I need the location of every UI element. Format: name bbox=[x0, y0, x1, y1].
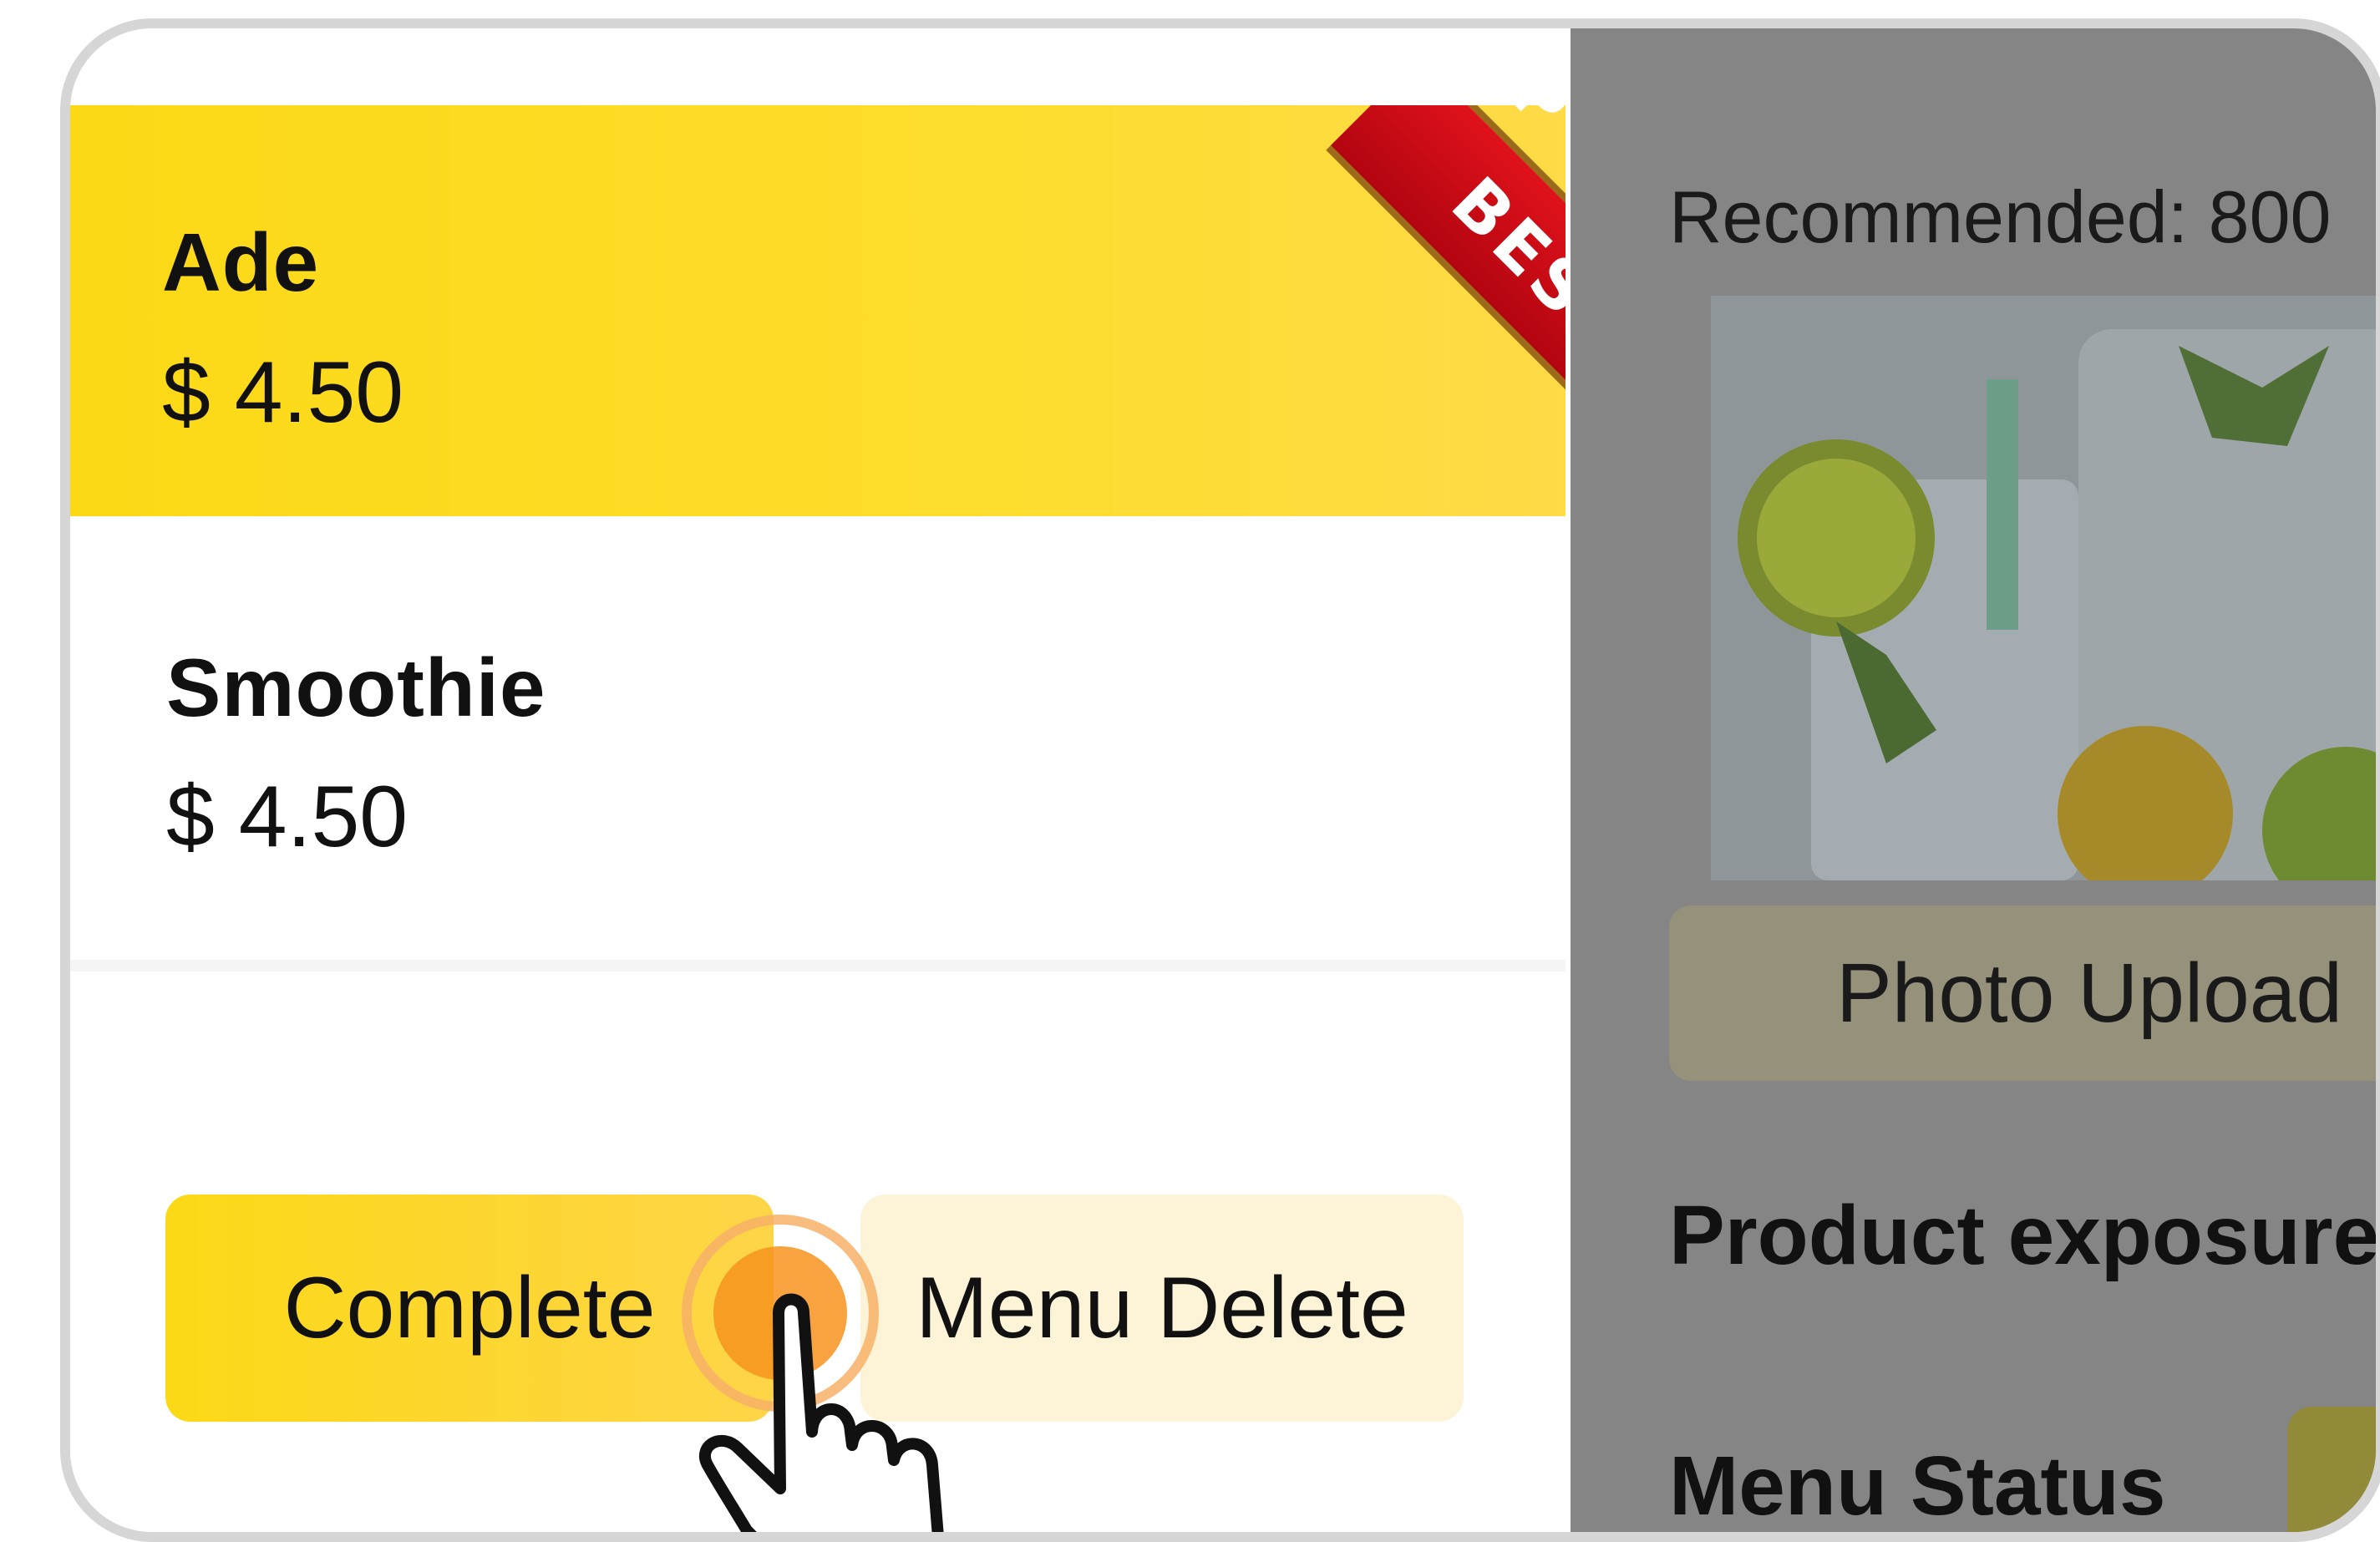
menu-status-toggle[interactable] bbox=[2287, 1407, 2376, 1532]
lemonade-glass-image bbox=[1711, 296, 2376, 880]
product-exposure-label: Product exposure bbox=[1669, 1189, 2380, 1282]
menu-list: Ade $ 4.50 BEST P Smoothie $ 4.50 Comple… bbox=[70, 28, 1584, 1532]
best-ribbon: BEST bbox=[1231, 105, 1566, 439]
menu-status-label: Menu Status bbox=[1669, 1439, 2166, 1532]
photo-upload-button[interactable]: Photo Upload bbox=[1669, 905, 2376, 1081]
menu-item-price: $ 4.50 bbox=[166, 768, 409, 865]
complete-button[interactable]: Complete bbox=[165, 1195, 774, 1422]
menu-delete-button[interactable]: Menu Delete bbox=[860, 1195, 1464, 1422]
menu-item-smoothie[interactable]: Smoothie $ 4.50 bbox=[70, 525, 1566, 971]
menu-item-price: $ 4.50 bbox=[162, 344, 404, 441]
menu-item-name: Ade bbox=[162, 216, 320, 308]
menu-item-name: Smoothie bbox=[166, 642, 546, 733]
recommended-size-text: Recommended: 800 bbox=[1669, 175, 2332, 258]
menu-item-ade[interactable]: Ade $ 4.50 BEST bbox=[70, 105, 1566, 516]
phone-frame: Ade $ 4.50 BEST P Smoothie $ 4.50 Comple… bbox=[60, 18, 2380, 1542]
product-detail-panel: Recommended: 800 Photo Upload Product ex… bbox=[1571, 28, 2380, 1532]
